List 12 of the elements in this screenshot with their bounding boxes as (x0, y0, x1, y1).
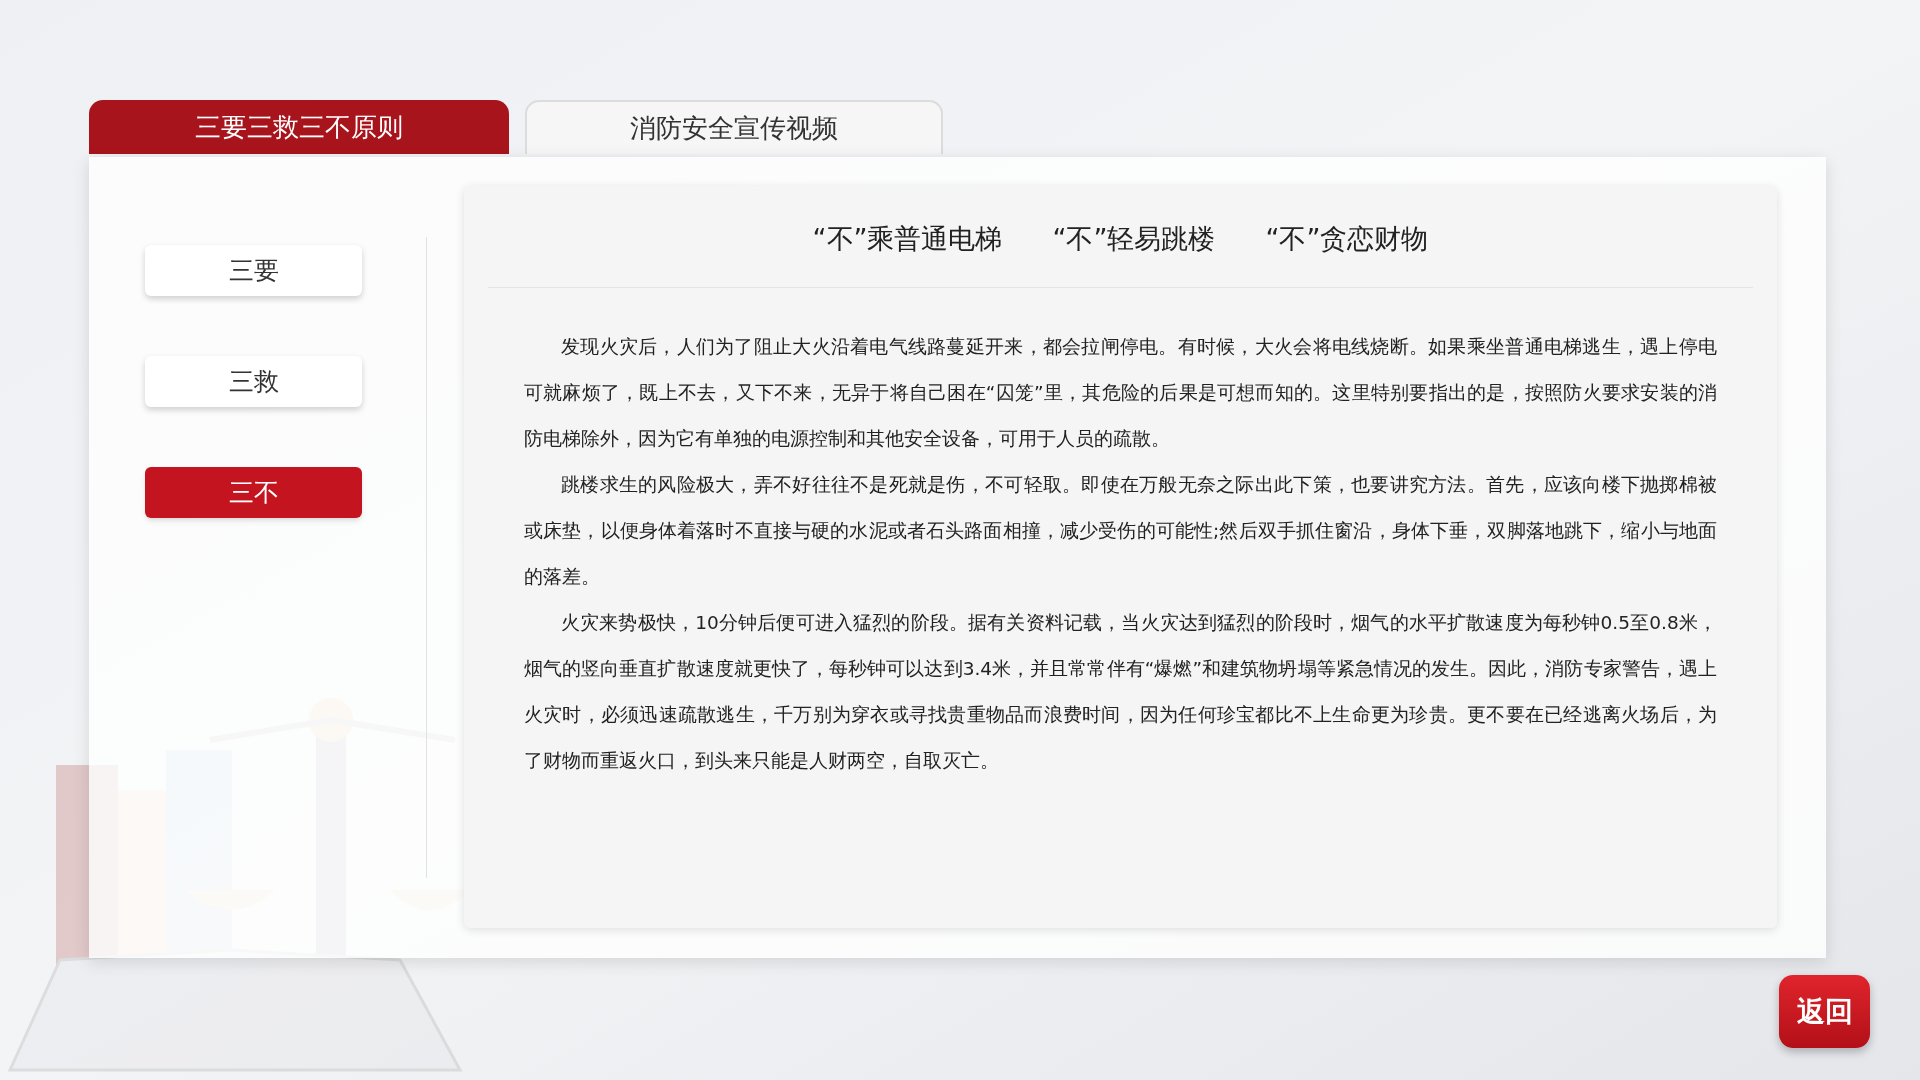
section-heading: “不”乘普通电梯 (812, 222, 1003, 257)
side-menu-item[interactable]: 三要 (145, 245, 362, 296)
section-heading: “不”轻易跳楼 (1052, 222, 1216, 257)
paragraph: 火灾来势极快，10分钟后便可进入猛烈的阶段。据有关资料记载，当火灾达到猛烈的阶段时，烟气的水平扩散速度为每秒钟0.5至0.8米，烟气的竖向垂直扩散速度就更快了，每秒钟可以达到3.4米，并且常常伴有“爆燃”和建筑物坍塌等紧急情况的发生。因此，消防专家警告，遇上火灾时，必须迅速疏散逃生，千万别为穿衣或寻找贵重物品而浪费时间，因为任何珍宝都比不上生命更为珍贵。更不要在已经逃离火场后，为了财物而重返火口，到头来只能是人财两空，自取灭亡。 (524, 611, 1717, 773)
side-menu-item[interactable]: 三救 (145, 356, 362, 407)
tab[interactable]: 消防安全宣传视频 (525, 100, 943, 154)
side-menu-item[interactable]: 三不 (145, 467, 362, 518)
back-button[interactable]: 返回 (1779, 975, 1870, 1048)
tab[interactable]: 三要三救三不原则 (89, 100, 509, 154)
paragraph: 跳楼求生的风险极大，弄不好往往不是死就是伤，不可轻取。即使在万般无奈之际出此下策，也要讲究方法。首先，应该向楼下抛掷棉被或床垫，以便身体着落时不直接与硬的水泥或者石头路面相撞，减少受伤的可能性;然后双手抓住窗沿，身体下垂，双脚落地跳下，缩小与地面的落差。 (524, 473, 1717, 589)
paragraph: 发现火灾后，人们为了阻止大火沿着电气线路蔓延开来，都会拉闸停电。有时候，大火会将电线烧断。如果乘坐普通电梯逃生，遇上停电可就麻烦了，既上不去，又下不来，无异于将自己困在“囚笼”里，其危险的后果是可想而知的。这里特别要指出的是，按照防火要求安装的消防电梯除外，因为它有单独的电源控制和其他安全设备，可用于人员的疏散。 (524, 335, 1717, 451)
section-heading: “不”贪恋财物 (1265, 222, 1429, 257)
